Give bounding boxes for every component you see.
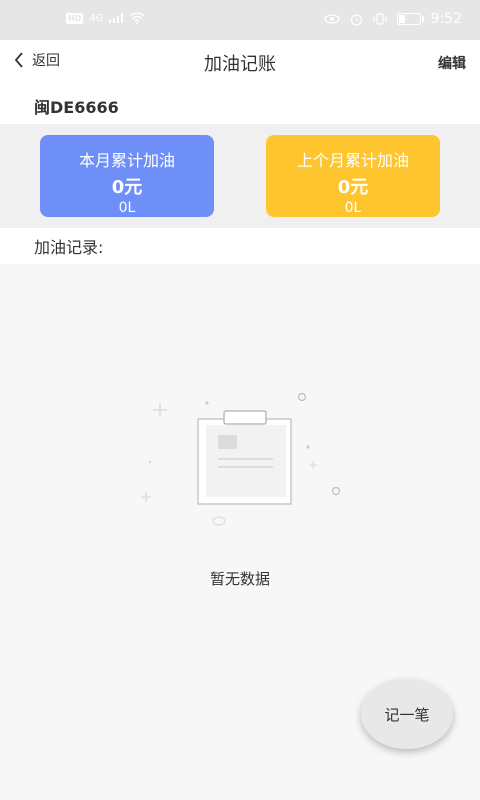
records-label: 加油记录: <box>34 238 104 257</box>
last-month-liters: 0L <box>344 200 362 216</box>
vibrate-icon <box>372 13 387 25</box>
battery-icon <box>396 13 424 25</box>
network-type: 4G <box>89 12 104 24</box>
hd-icon: HD <box>66 12 84 24</box>
signal-icon <box>109 13 124 23</box>
status-left: HD 4G <box>66 12 145 24</box>
add-record-button[interactable]: 记一笔 <box>361 679 453 749</box>
eye-icon <box>323 14 340 24</box>
this-month-title: 本月累计加油 <box>78 151 175 170</box>
page-title: 加油记账 <box>204 54 276 75</box>
summary-cards: 本月累计加油 0元 0L 上个月累计加油 0元 0L <box>0 124 480 228</box>
nav-bar: 返回 加油记账 编辑 <box>0 40 480 84</box>
last-month-card: 上个月累计加油 0元 0L <box>266 135 440 217</box>
last-month-title: 上个月累计加油 <box>296 151 409 170</box>
records-header: 加油记录: <box>0 228 480 264</box>
plate-number: 闽DE6666 <box>34 98 119 117</box>
status-time: 9:52 <box>430 11 462 27</box>
status-bar: HD 4G 9:52 <box>0 0 480 40</box>
this-month-liters: 0L <box>118 200 136 216</box>
empty-state-text: 暂无数据 <box>209 570 270 588</box>
this-month-amount: 0元 <box>111 177 143 198</box>
edit-button[interactable]: 编辑 <box>438 53 466 73</box>
vehicle-row: 闽DE6666 <box>0 84 480 124</box>
alarm-icon <box>350 13 362 26</box>
last-month-amount: 0元 <box>337 177 369 198</box>
this-month-card: 本月累计加油 0元 0L <box>40 135 214 217</box>
status-right: 9:52 <box>323 11 462 27</box>
wifi-icon <box>129 12 145 24</box>
empty-clipboard-icon <box>141 392 341 526</box>
